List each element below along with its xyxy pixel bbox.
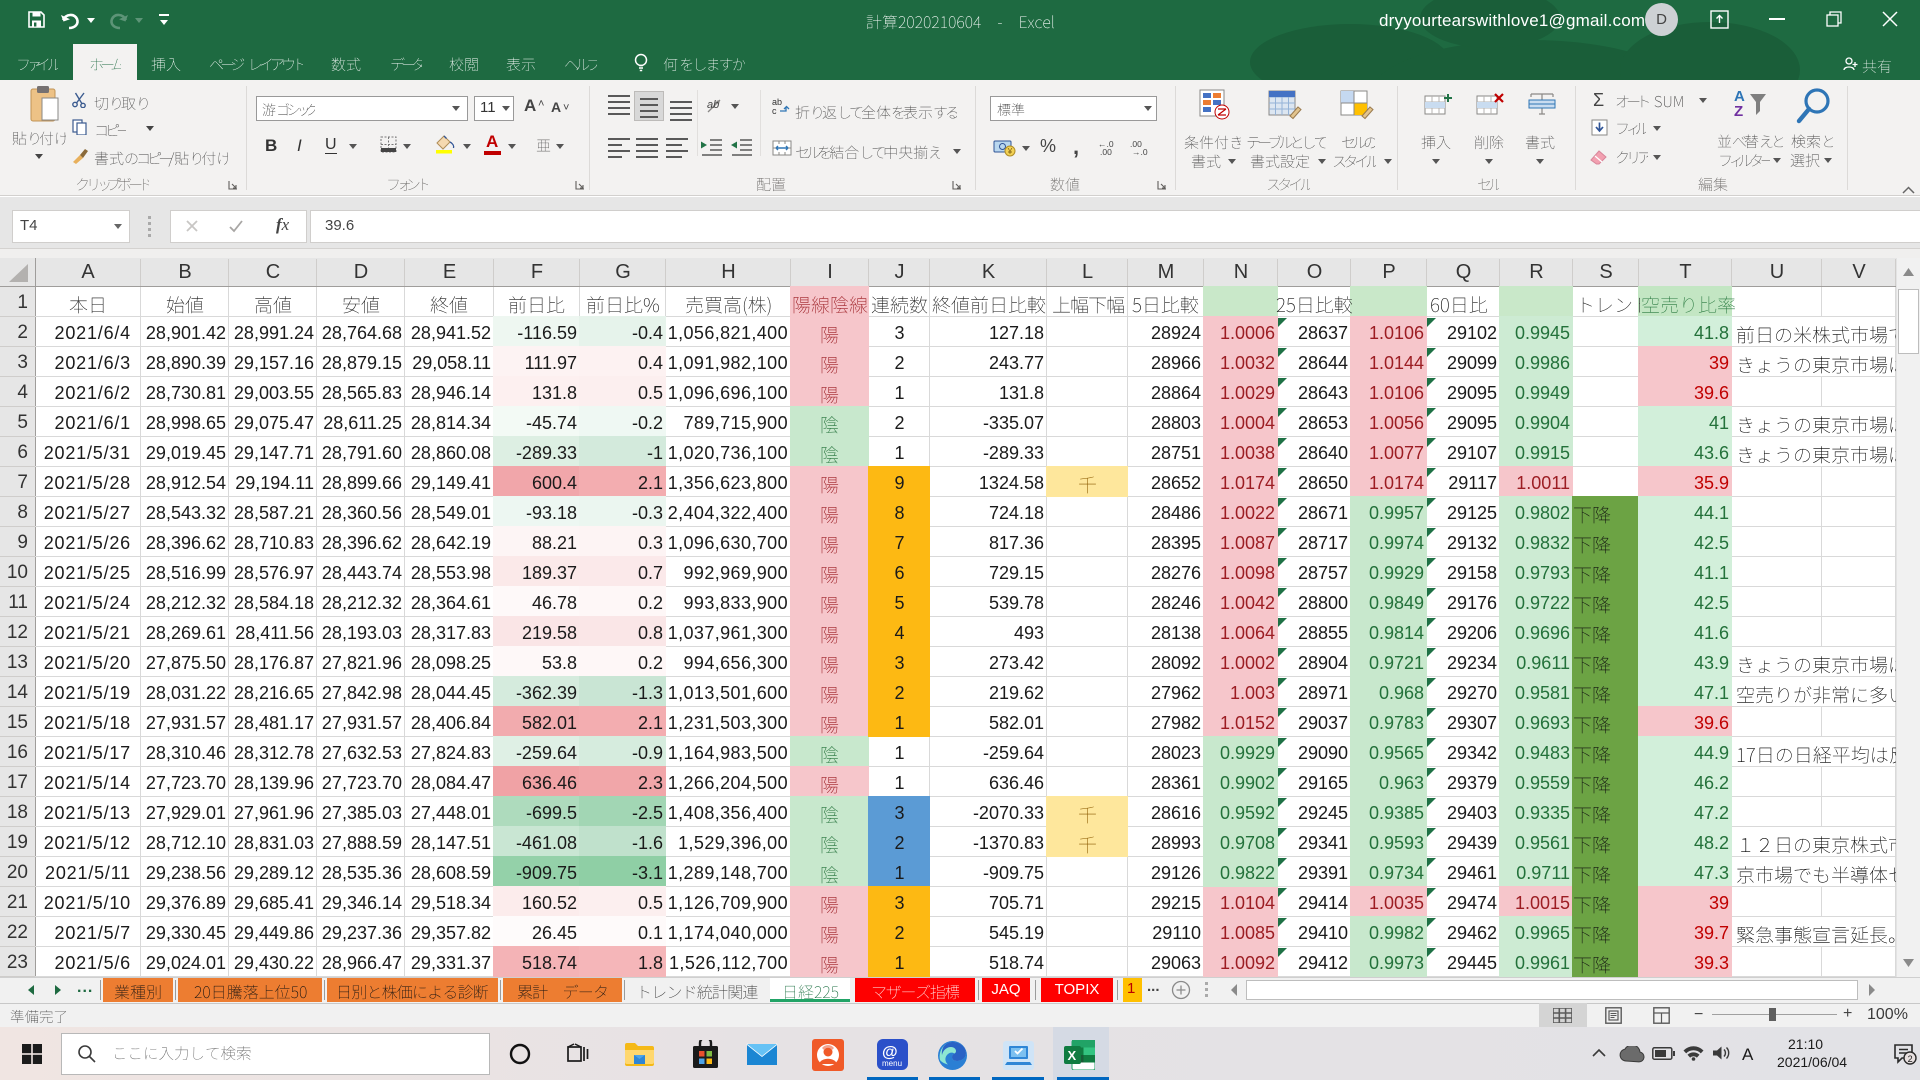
svg-text:c: c xyxy=(772,106,777,116)
svg-text:2: 2 xyxy=(1908,1054,1913,1064)
svg-text:→.0: →.0 xyxy=(1132,147,1148,155)
svg-text:.00: .00 xyxy=(1100,147,1112,155)
svg-text:menu: menu xyxy=(882,1059,902,1068)
svg-text:X: X xyxy=(1068,1048,1077,1063)
svg-text:ab: ab xyxy=(707,99,719,111)
svg-text:¥: ¥ xyxy=(1007,147,1013,156)
